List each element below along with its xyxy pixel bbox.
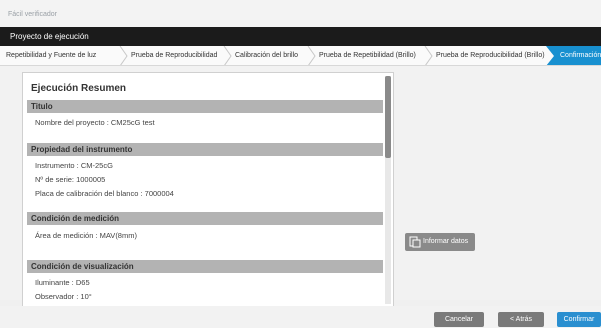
step-confirmacion[interactable]: Confirmación — [546, 46, 601, 65]
step-repetibilidad-fuente-luz[interactable]: Repetibilidad y Fuente de luz — [6, 46, 96, 65]
section-header-visualizacion: Condición de visualización — [27, 260, 383, 273]
project-name-line: Nombre del proyecto : CM25cG test — [35, 118, 155, 127]
footer-bar: Cancelar < Atrás Confirmar — [0, 306, 601, 328]
confirm-button[interactable]: Confirmar — [557, 312, 601, 327]
page-title: Proyecto de ejecución — [10, 32, 89, 41]
step-reproducibilidad[interactable]: Prueba de Reproducibilidad — [131, 46, 217, 65]
serial-number-line: Nº de serie: 1000005 — [35, 175, 106, 184]
report-icon — [409, 236, 421, 248]
section-header-medicion: Condición de medición — [27, 212, 383, 225]
section-header-instrumento: Propiedad del instrumento — [27, 143, 383, 156]
scrollbar-thumb[interactable] — [385, 76, 391, 158]
app-name: Fácil verificador — [8, 11, 58, 18]
summary-title: Ejecución Resumen — [31, 83, 127, 94]
chevron-right-icon — [307, 46, 316, 65]
back-button[interactable]: < Atrás — [498, 312, 544, 327]
summary-scrollbar[interactable] — [385, 76, 391, 304]
main-content: Ejecución Resumen Titulo Nombre del proy… — [0, 66, 601, 310]
step-reproducibilidad-brillo[interactable]: Prueba de Reproducibilidad (Brillo) — [436, 46, 545, 65]
illuminant-line: Iluminante : D65 — [35, 278, 90, 287]
instrument-line: Instrumento : CM-25cG — [35, 161, 113, 170]
summary-panel: Ejecución Resumen Titulo Nombre del proy… — [22, 72, 394, 310]
chevron-right-icon — [223, 46, 232, 65]
white-plate-line: Placa de calibración del blanco : 700000… — [35, 189, 174, 198]
page-header: Proyecto de ejecución — [0, 27, 601, 46]
cancel-button[interactable]: Cancelar — [434, 312, 484, 327]
step-calibracion-brillo[interactable]: Calibración del brillo — [235, 46, 298, 65]
step-breadcrumb: Repetibilidad y Fuente de luz Prueba de … — [0, 46, 601, 66]
step-repetibilidad-brillo[interactable]: Prueba de Repetibilidad (Brillo) — [319, 46, 416, 65]
measurement-area-line: Área de medición : MAV(8mm) — [35, 231, 137, 240]
chevron-right-icon — [424, 46, 433, 65]
report-data-button[interactable]: Informar datos — [405, 233, 475, 251]
window-titlebar: Fácil verificador — [0, 0, 601, 27]
chevron-right-icon — [119, 46, 128, 65]
section-header-titulo: Titulo — [27, 100, 383, 113]
report-data-label: Informar datos — [423, 238, 469, 245]
observer-line: Observador : 10° — [35, 292, 92, 301]
